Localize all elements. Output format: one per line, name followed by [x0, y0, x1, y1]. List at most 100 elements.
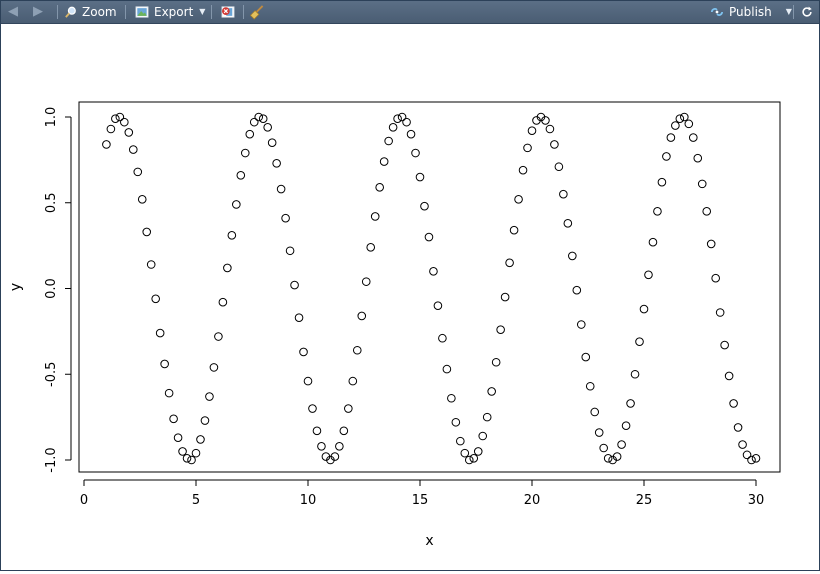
data-point — [456, 436, 465, 446]
plot-viewer-pane: ◀ ▶ Zoom Export ▼ Publish ▼ 0 5 10 15 20… — [0, 0, 820, 571]
plot-area: 0 5 10 15 20 25 30 -1.0 -0.5 0.0 0.5 1.0 x y — [1, 24, 819, 570]
data-point — [151, 294, 160, 304]
data-point — [509, 225, 519, 235]
data-point — [406, 129, 416, 139]
data-point — [164, 388, 174, 398]
data-point — [621, 421, 631, 431]
data-point — [429, 267, 438, 276]
data-point — [357, 311, 367, 321]
data-point — [191, 448, 201, 458]
data-point — [272, 159, 281, 168]
x-tick-label: 30 — [748, 493, 765, 508]
data-point — [702, 207, 712, 216]
data-point — [133, 167, 143, 177]
data-point — [697, 179, 707, 189]
data-point — [375, 183, 384, 192]
forward-button[interactable]: ▶ — [33, 1, 43, 23]
data-point — [527, 126, 537, 136]
data-point — [747, 455, 756, 465]
data-point — [227, 231, 237, 240]
x-axis-label: x — [425, 533, 433, 549]
data-point — [303, 376, 313, 386]
data-point — [576, 320, 586, 329]
data-point — [366, 243, 376, 252]
x-tick-label: 25 — [636, 493, 653, 508]
data-point — [559, 189, 568, 199]
data-point — [124, 128, 134, 137]
chevron-down-icon: ▼ — [785, 7, 792, 16]
publish-label: Publish — [729, 5, 772, 19]
data-point — [738, 440, 747, 449]
data-point — [223, 263, 232, 273]
x-tick-label: 0 — [80, 493, 88, 508]
data-point — [106, 124, 116, 134]
data-point — [281, 213, 290, 223]
data-point — [572, 285, 582, 295]
data-point — [308, 404, 317, 413]
y-tick-label: 0.5 — [44, 192, 59, 213]
data-point — [312, 426, 322, 436]
data-point — [317, 441, 326, 451]
publish-button[interactable]: Publish ▼ — [709, 1, 792, 23]
data-point — [276, 184, 286, 194]
data-point — [568, 251, 577, 261]
data-point — [671, 121, 680, 130]
data-point — [397, 112, 407, 122]
data-point — [635, 337, 644, 346]
data-point — [639, 304, 649, 314]
magnifier-icon — [65, 6, 76, 18]
data-point — [500, 292, 510, 302]
data-point — [424, 232, 434, 242]
clear-all-button[interactable] — [249, 1, 269, 23]
remove-plot-button[interactable] — [220, 1, 240, 23]
data-point — [684, 119, 694, 129]
x-tick-label: 5 — [192, 493, 200, 508]
data-point — [352, 345, 362, 355]
back-arrow-icon: ◀ — [8, 4, 18, 19]
data-point — [388, 122, 398, 132]
toolbar-divider — [793, 5, 794, 19]
data-point — [335, 441, 344, 451]
data-point — [137, 195, 147, 204]
export-image-icon — [135, 6, 149, 18]
data-point — [630, 369, 640, 379]
data-point — [420, 201, 429, 211]
data-point — [200, 416, 210, 425]
data-point — [155, 328, 165, 338]
data-point — [415, 172, 425, 182]
data-point — [581, 352, 591, 362]
data-point — [209, 363, 219, 372]
data-point — [720, 340, 729, 350]
refresh-button[interactable] — [800, 1, 818, 23]
data-point — [178, 447, 187, 456]
data-point — [361, 277, 371, 286]
data-point — [594, 428, 604, 437]
zoom-button[interactable]: Zoom — [64, 1, 117, 23]
data-point — [120, 117, 129, 127]
data-point — [254, 112, 264, 122]
data-point — [563, 219, 573, 228]
data-point — [402, 117, 411, 127]
data-point — [146, 260, 156, 269]
data-point — [688, 133, 698, 142]
refresh-icon — [802, 6, 812, 17]
data-point — [294, 313, 304, 322]
data-point — [240, 148, 250, 158]
zoom-label: Zoom — [82, 5, 117, 19]
data-point — [478, 431, 488, 441]
data-point — [518, 165, 528, 175]
data-point — [187, 455, 196, 465]
data-point — [451, 417, 461, 427]
back-button[interactable]: ◀ — [8, 1, 18, 23]
remove-plot-icon — [221, 6, 235, 18]
data-point — [442, 364, 452, 374]
data-point — [657, 177, 667, 187]
toolbar-divider — [125, 5, 126, 19]
export-button[interactable]: Export ▼ — [134, 1, 205, 23]
data-point — [285, 246, 295, 256]
data-point — [473, 447, 483, 456]
toolbar-divider — [243, 5, 244, 19]
data-point — [482, 412, 492, 422]
data-point — [675, 114, 685, 124]
data-point — [379, 157, 389, 166]
